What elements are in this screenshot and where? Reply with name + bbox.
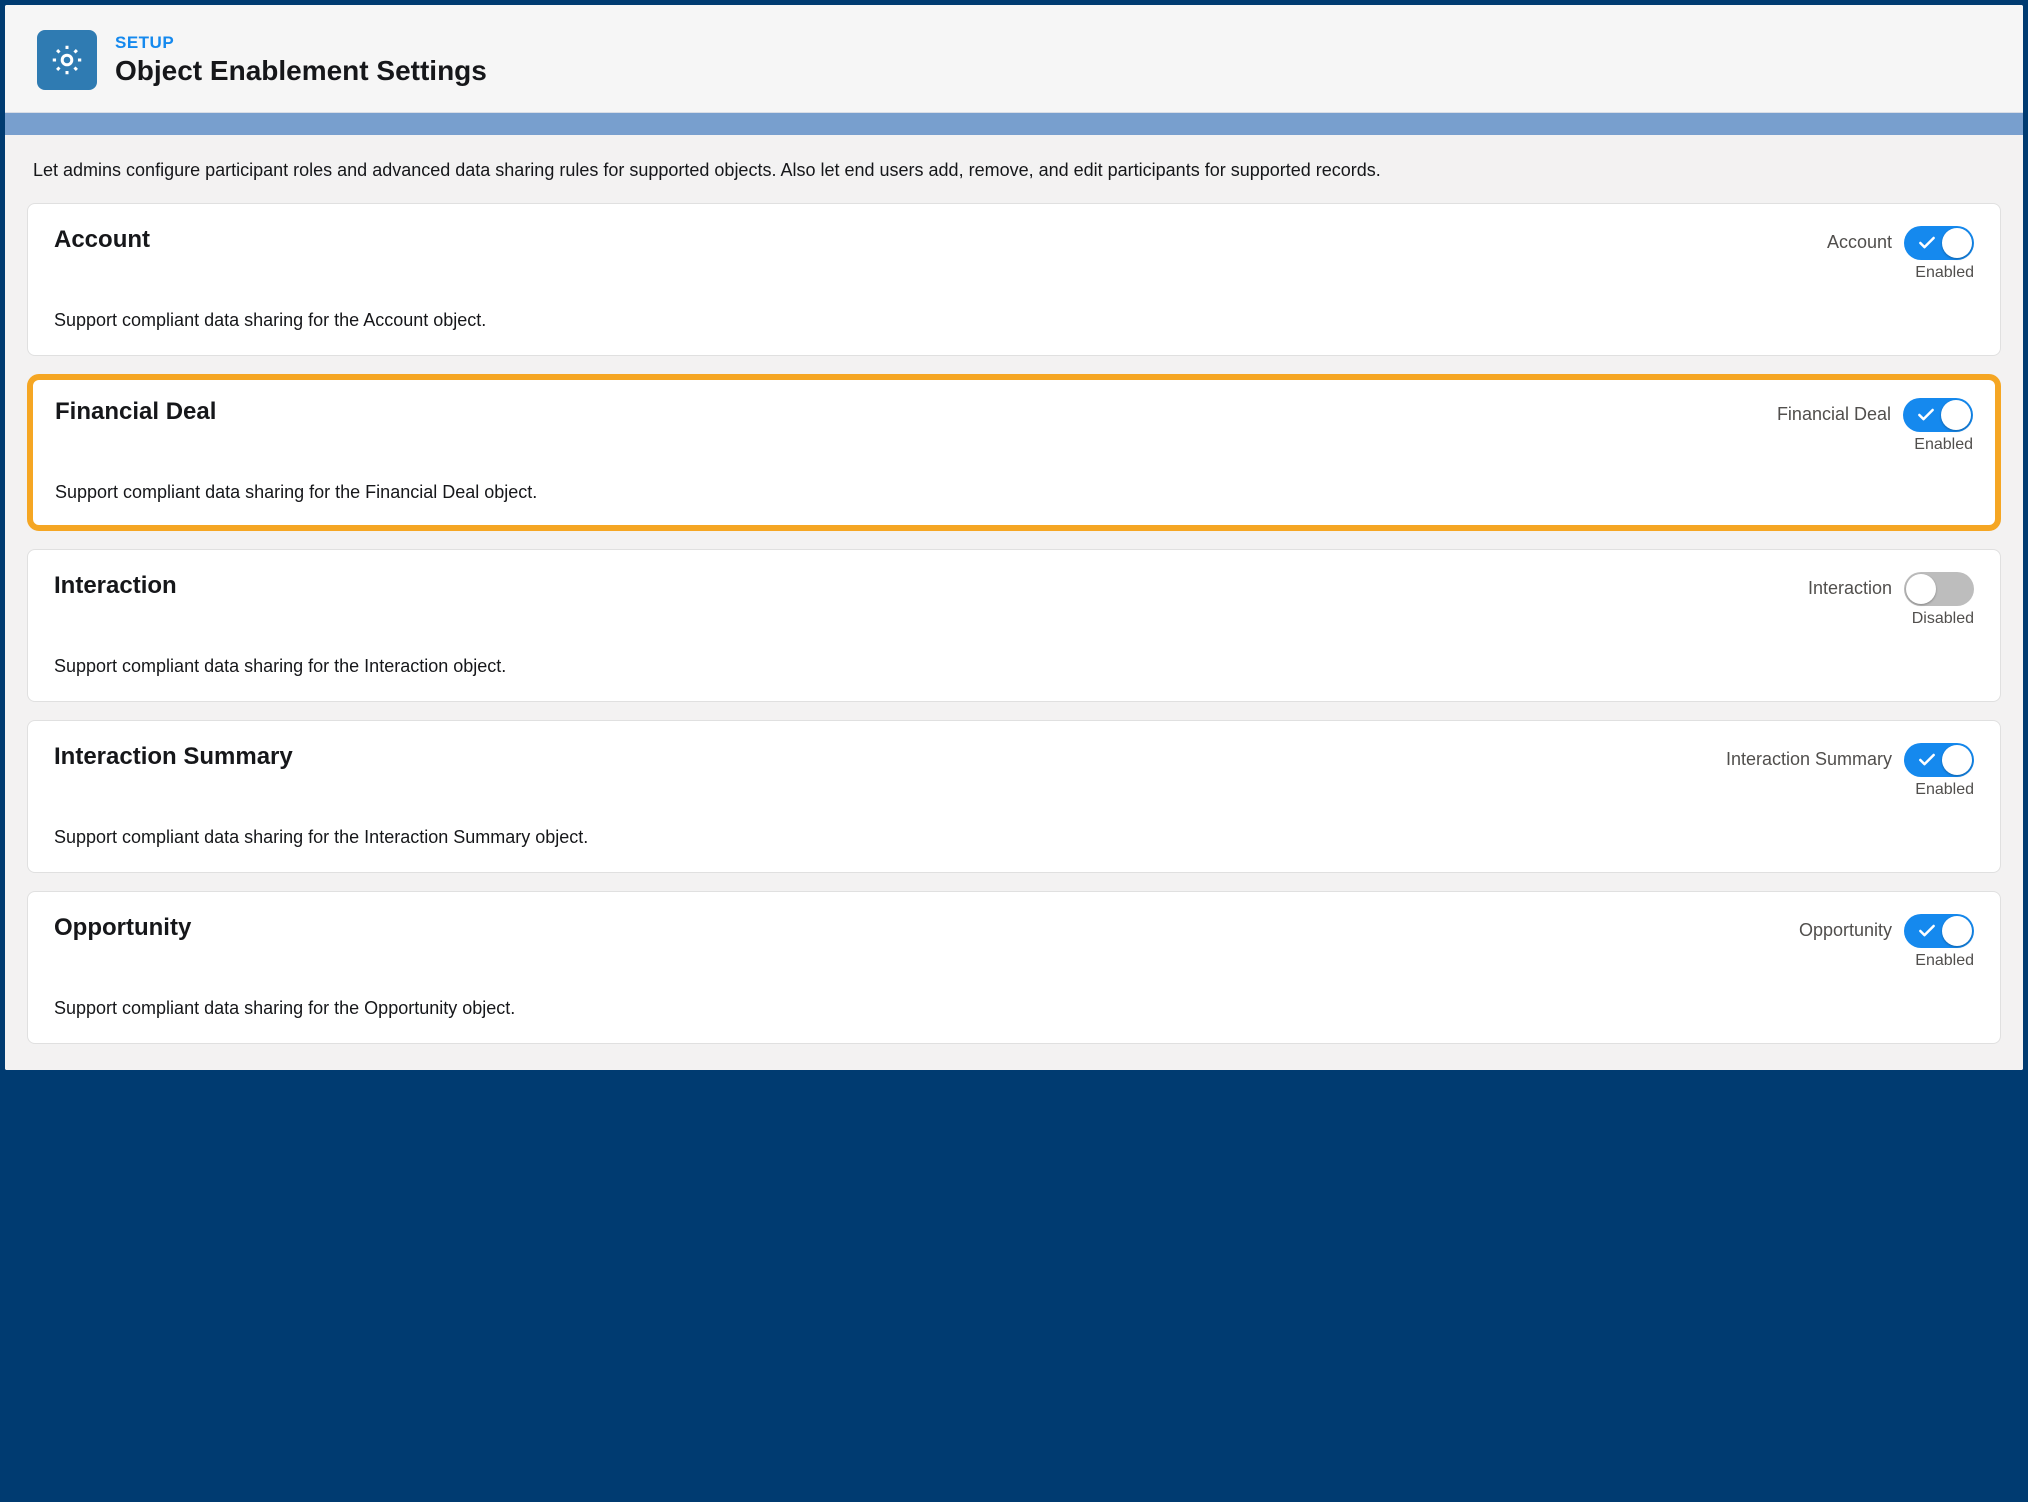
- card-description: Support compliant data sharing for the F…: [55, 482, 1973, 503]
- card-title: Account: [54, 226, 150, 254]
- toggle-row: Interaction Summary: [1726, 743, 1974, 777]
- check-icon: [1917, 921, 1937, 941]
- card-description: Support compliant data sharing for the I…: [54, 827, 1974, 848]
- toggle-knob: [1906, 574, 1936, 604]
- toggle-label: Interaction: [1808, 578, 1892, 599]
- object-card: Interaction Summary Interaction Summary En…: [27, 720, 2001, 873]
- toggle-knob: [1941, 400, 1971, 430]
- toggle-group: Interaction Disabled: [1808, 572, 1974, 628]
- card-header-row: Interaction Summary Interaction Summary En…: [54, 743, 1974, 799]
- enable-toggle[interactable]: [1904, 226, 1974, 260]
- toggle-label: Financial Deal: [1777, 404, 1891, 425]
- object-card: Account Account Enabled Support compliant d…: [27, 203, 2001, 356]
- card-title: Financial Deal: [55, 398, 216, 426]
- card-title: Interaction: [54, 572, 177, 600]
- toggle-state-label: Enabled: [1914, 436, 1973, 454]
- card-title: Interaction Summary: [54, 743, 293, 771]
- enable-toggle[interactable]: [1904, 914, 1974, 948]
- enable-toggle[interactable]: [1904, 743, 1974, 777]
- gear-icon: [37, 30, 97, 90]
- toggle-state-label: Disabled: [1912, 610, 1974, 628]
- object-card: Interaction Interaction Disabled Support co…: [27, 549, 2001, 702]
- toggle-group: Financial Deal Enabled: [1777, 398, 1973, 454]
- card-description: Support compliant data sharing for the I…: [54, 656, 1974, 677]
- object-card: Financial Deal Financial Deal Enabled Suppo…: [27, 374, 2001, 531]
- toggle-row: Financial Deal: [1777, 398, 1973, 432]
- toggle-label: Opportunity: [1799, 920, 1892, 941]
- cards-container: Account Account Enabled Support compliant d…: [27, 203, 2001, 1044]
- toggle-state-label: Enabled: [1915, 264, 1974, 282]
- page-header: SETUP Object Enablement Settings: [5, 5, 2023, 113]
- enable-toggle[interactable]: [1904, 572, 1974, 606]
- toggle-row: Opportunity: [1799, 914, 1974, 948]
- toggle-label: Account: [1827, 232, 1892, 253]
- toggle-knob: [1942, 745, 1972, 775]
- toggle-state-label: Enabled: [1915, 952, 1974, 970]
- toggle-knob: [1942, 916, 1972, 946]
- header-text: SETUP Object Enablement Settings: [115, 33, 487, 87]
- check-icon: [1916, 405, 1936, 425]
- card-description: Support compliant data sharing for the O…: [54, 998, 1974, 1019]
- toggle-group: Account Enabled: [1827, 226, 1974, 282]
- check-icon: [1917, 750, 1937, 770]
- card-header-row: Financial Deal Financial Deal Enabled: [55, 398, 1973, 454]
- enable-toggle[interactable]: [1903, 398, 1973, 432]
- intro-text: Let admins configure participant roles a…: [27, 157, 2001, 185]
- content-area: Let admins configure participant roles a…: [5, 135, 2023, 1070]
- toggle-knob: [1942, 228, 1972, 258]
- card-header-row: Opportunity Opportunity Enabled: [54, 914, 1974, 970]
- toggle-state-label: Enabled: [1915, 781, 1974, 799]
- check-icon: [1917, 233, 1937, 253]
- page-frame: SETUP Object Enablement Settings Let adm…: [4, 4, 2024, 1071]
- card-header-row: Account Account Enabled: [54, 226, 1974, 282]
- card-title: Opportunity: [54, 914, 191, 942]
- toggle-group: Interaction Summary Enabled: [1726, 743, 1974, 799]
- decorative-strip: [5, 113, 2023, 135]
- object-card: Opportunity Opportunity Enabled Support com…: [27, 891, 2001, 1044]
- toggle-row: Account: [1827, 226, 1974, 260]
- toggle-row: Interaction: [1808, 572, 1974, 606]
- page-title: Object Enablement Settings: [115, 55, 487, 87]
- card-header-row: Interaction Interaction Disabled: [54, 572, 1974, 628]
- setup-breadcrumb: SETUP: [115, 33, 487, 53]
- card-description: Support compliant data sharing for the A…: [54, 310, 1974, 331]
- toggle-group: Opportunity Enabled: [1799, 914, 1974, 970]
- toggle-label: Interaction Summary: [1726, 749, 1892, 770]
